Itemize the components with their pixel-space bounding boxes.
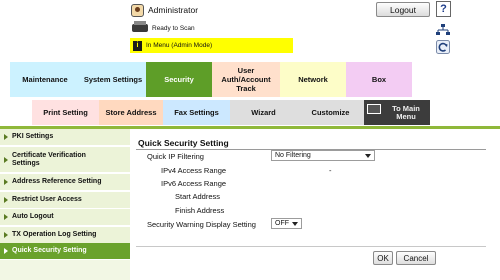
tab-customize[interactable]: Customize	[297, 100, 364, 125]
warning-display-select[interactable]: OFF	[271, 218, 302, 229]
device-status: Ready to Scan	[132, 21, 195, 32]
footer-divider	[136, 246, 486, 247]
arrow-icon	[4, 232, 8, 238]
sidebar-item-label: Quick Security Setting	[12, 247, 87, 254]
sidebar-item-pki-settings[interactable]: PKI Settings	[0, 129, 130, 146]
tab-maintenance[interactable]: Maintenance	[10, 62, 80, 97]
tab-system-settings[interactable]: System Settings	[80, 62, 146, 97]
web-admin-page: Administrator Logout ? Ready to Scan i I…	[0, 0, 500, 280]
network-map-icon[interactable]	[436, 24, 450, 36]
finish-address-label: Finish Address	[175, 206, 225, 215]
settings-panel: Quick Security Setting Quick IP Filterin…	[131, 129, 500, 280]
arrow-icon	[4, 134, 8, 140]
sidebar-item-label: Auto Logout	[12, 213, 54, 220]
arrow-icon	[4, 248, 8, 254]
ip-filtering-select[interactable]: No Filtering	[271, 150, 375, 161]
sidebar-filler	[0, 260, 130, 280]
to-main-menu-button[interactable]: To Main Menu	[364, 100, 430, 125]
sidebar-item-certificate-verification[interactable]: Certificate Verification Settings	[0, 147, 130, 173]
tab-fax-settings[interactable]: Fax Settings	[163, 100, 230, 125]
ipv4-range-label: IPv4 Access Range	[161, 166, 227, 175]
sidebar-item-address-reference[interactable]: Address Reference Setting	[0, 174, 130, 191]
sidebar-item-label: TX Operation Log Setting	[12, 231, 97, 238]
cancel-button[interactable]: Cancel	[396, 251, 436, 265]
main-tab-bar: Maintenance System Settings Security Use…	[10, 62, 412, 97]
administrator-icon	[131, 3, 144, 17]
tab-user-auth-account-track[interactable]: User Auth/Account Track	[212, 62, 280, 97]
ip-filtering-value: No Filtering	[275, 152, 311, 159]
sub-tab-bar: Print Setting Store Address Fax Settings…	[32, 100, 430, 125]
sidebar-item-restrict-user-access[interactable]: Restrict User Access	[0, 192, 130, 209]
tab-store-address[interactable]: Store Address	[99, 100, 163, 125]
tab-print-setting[interactable]: Print Setting	[32, 100, 99, 125]
warning-display-label: Security Warning Display Setting	[147, 220, 256, 229]
logout-button[interactable]: Logout	[376, 2, 430, 17]
ok-button[interactable]: OK	[373, 251, 393, 265]
sidebar-item-label: Certificate Verification Settings	[12, 151, 86, 167]
chevron-down-icon	[292, 222, 298, 226]
start-address-label: Start Address	[175, 192, 221, 201]
sidebar-item-label: Address Reference Setting	[12, 178, 102, 185]
chevron-down-icon	[365, 154, 371, 158]
info-icon: i	[133, 40, 142, 51]
ipv6-range-label: IPv6 Access Range	[161, 179, 227, 188]
tab-network[interactable]: Network	[280, 62, 346, 97]
status-text: Ready to Scan	[152, 24, 195, 32]
ipv4-range-value: -	[329, 166, 332, 175]
arrow-icon	[4, 214, 8, 220]
tab-security[interactable]: Security	[146, 62, 212, 97]
user-name: Administrator	[148, 5, 199, 15]
refresh-icon[interactable]	[436, 40, 450, 54]
sidebar-item-quick-security-setting[interactable]: Quick Security Setting	[0, 243, 130, 260]
header: Administrator Logout ? Ready to Scan i I…	[0, 0, 500, 58]
help-button[interactable]: ?	[436, 1, 451, 17]
mode-banner: i In Menu (Admin Mode)	[130, 38, 293, 53]
arrow-icon	[4, 179, 8, 185]
sidebar: PKI Settings Certificate Verification Se…	[0, 129, 130, 280]
page-title: Quick Security Setting	[138, 138, 229, 148]
user-indicator: Administrator	[131, 3, 198, 17]
tab-box[interactable]: Box	[346, 62, 412, 97]
sidebar-item-tx-operation-log[interactable]: TX Operation Log Setting	[0, 227, 130, 244]
mode-text: In Menu (Admin Mode)	[146, 42, 213, 49]
to-main-menu-label: To Main Menu	[392, 103, 420, 121]
sidebar-item-auto-logout[interactable]: Auto Logout	[0, 209, 130, 226]
scanner-icon	[132, 21, 148, 32]
warning-display-value: OFF	[275, 220, 289, 227]
tab-wizard[interactable]: Wizard	[230, 100, 297, 125]
sidebar-item-label: PKI Settings	[12, 133, 54, 140]
sidebar-item-label: Restrict User Access	[12, 196, 82, 203]
main-menu-icon	[367, 104, 381, 114]
arrow-icon	[4, 156, 8, 163]
ip-filtering-label: Quick IP Filtering	[147, 152, 204, 161]
arrow-icon	[4, 197, 8, 203]
